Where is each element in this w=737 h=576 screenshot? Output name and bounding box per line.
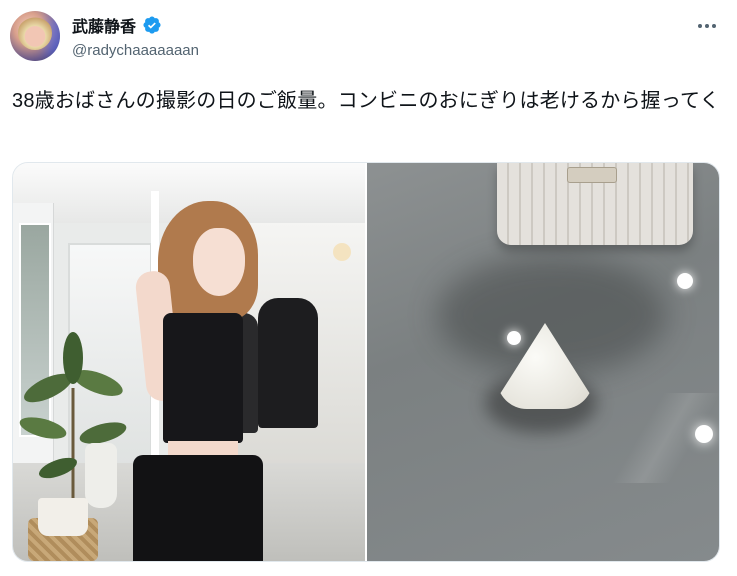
photo-onigiri[interactable]: [367, 163, 719, 561]
coat-on-rack: [258, 298, 318, 428]
tweet-text: 38歳おばさんの撮影の日のご飯量。コンビニのおにぎりは老けるから握ってく: [12, 90, 720, 112]
author-display-name[interactable]: 武藤静香: [72, 13, 136, 37]
light-reflection: [695, 425, 713, 443]
dot: [705, 24, 709, 28]
person-skirt: [133, 455, 263, 561]
light-reflection: [507, 331, 521, 345]
avatar-portrait: [18, 16, 52, 50]
photo-mirror-selfie[interactable]: [13, 163, 365, 561]
person-top: [163, 313, 243, 443]
handbag-clasp: [567, 167, 617, 183]
tweet: 武藤静香 @radychaaaaaaan 38歳おばさんの撮影の日のご飯量。コン…: [0, 0, 737, 576]
author-name-row: 武藤静香: [72, 14, 162, 36]
more-options-icon[interactable]: [695, 16, 719, 36]
vase: [85, 443, 117, 508]
avatar[interactable]: [10, 11, 60, 61]
handbag: [497, 163, 693, 245]
light-reflection: [677, 273, 693, 289]
verified-badge-icon: [143, 16, 161, 34]
tweet-media: [12, 162, 720, 562]
plant-pot: [38, 498, 88, 536]
author-handle[interactable]: @radychaaaaaaan: [72, 42, 199, 59]
person-face: [193, 228, 245, 296]
dot: [698, 24, 702, 28]
lamp: [333, 243, 351, 261]
dot: [712, 24, 716, 28]
